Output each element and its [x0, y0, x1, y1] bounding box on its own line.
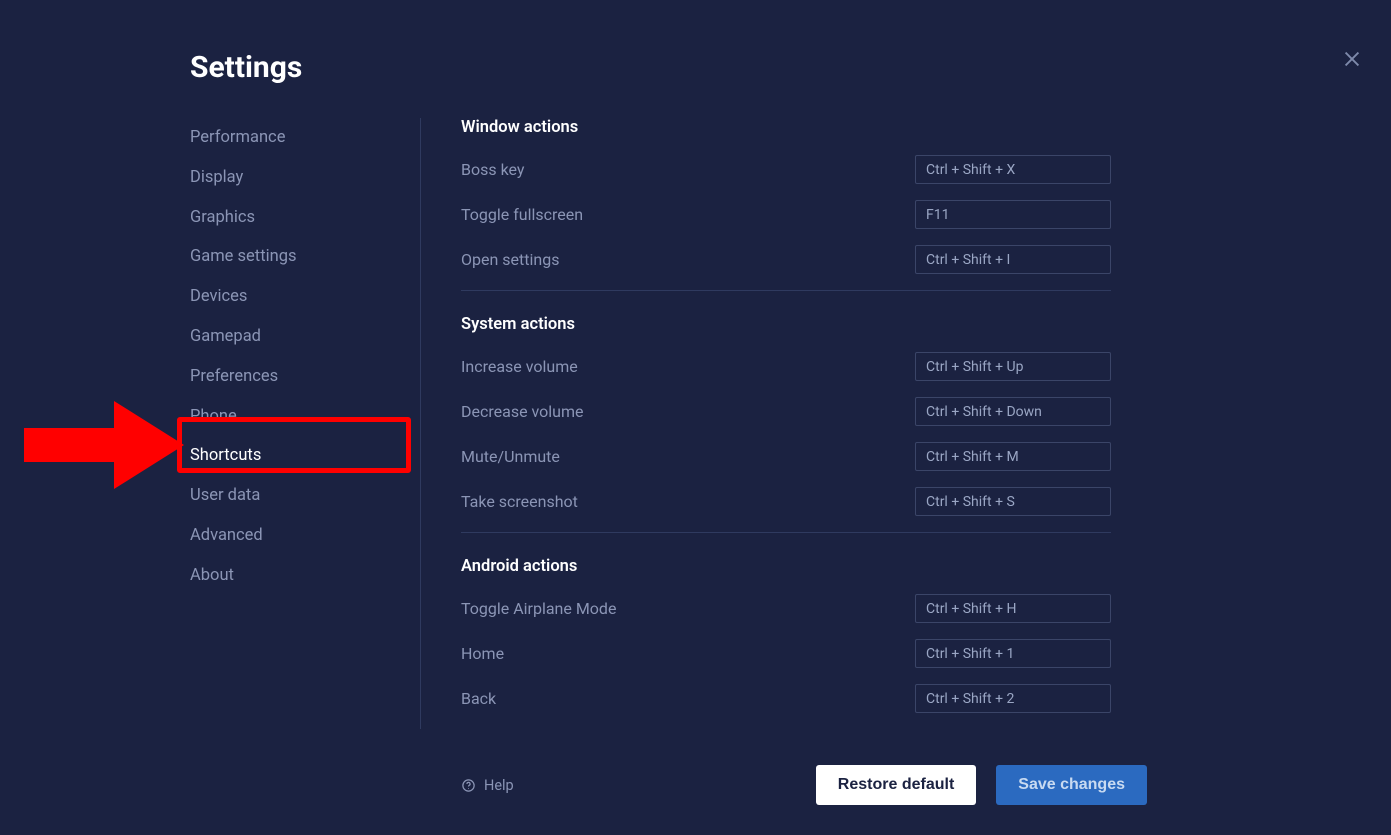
sidebar-item-devices[interactable]: Devices	[190, 277, 420, 317]
sidebar: Performance Display Graphics Game settin…	[190, 118, 420, 596]
restore-default-button[interactable]: Restore default	[816, 765, 976, 805]
shortcut-input-toggle-fullscreen[interactable]: F11	[915, 200, 1111, 229]
shortcut-label: Increase volume	[461, 357, 578, 376]
shortcut-row-toggle-fullscreen: Toggle fullscreen F11	[461, 200, 1111, 229]
shortcut-label: Take screenshot	[461, 492, 578, 511]
shortcut-label: Boss key	[461, 160, 524, 179]
shortcut-label: Mute/Unmute	[461, 447, 560, 466]
sidebar-item-label: Graphics	[190, 208, 255, 227]
sidebar-item-label: User data	[190, 486, 260, 505]
sidebar-item-label: Shortcuts	[190, 446, 261, 470]
shortcut-row-decrease-volume: Decrease volume Ctrl + Shift + Down	[461, 397, 1111, 426]
shortcut-input-mute-unmute[interactable]: Ctrl + Shift + M	[915, 442, 1111, 471]
shortcut-row-boss-key: Boss key Ctrl + Shift + X	[461, 155, 1111, 184]
shortcut-input-home[interactable]: Ctrl + Shift + 1	[915, 639, 1111, 668]
help-label: Help	[484, 777, 514, 794]
sidebar-item-performance[interactable]: Performance	[190, 118, 420, 158]
shortcut-input-take-screenshot[interactable]: Ctrl + Shift + S	[915, 487, 1111, 516]
shortcut-label: Toggle Airplane Mode	[461, 599, 616, 618]
sidebar-item-display[interactable]: Display	[190, 158, 420, 198]
sidebar-item-label: Advanced	[190, 526, 263, 545]
section-title-system-actions: System actions	[461, 315, 1111, 334]
shortcut-label: Home	[461, 644, 504, 663]
section-title-android-actions: Android actions	[461, 557, 1111, 576]
close-icon	[1341, 48, 1363, 70]
page-title: Settings	[190, 50, 302, 85]
shortcut-row-take-screenshot: Take screenshot Ctrl + Shift + S	[461, 487, 1111, 516]
help-icon	[461, 778, 476, 793]
section-title-window-actions: Window actions	[461, 118, 1111, 137]
sidebar-item-game-settings[interactable]: Game settings	[190, 237, 420, 277]
sidebar-item-label: Devices	[190, 287, 247, 306]
annotation-arrow-icon	[14, 393, 186, 497]
shortcut-label: Decrease volume	[461, 402, 584, 421]
sidebar-item-label: Game settings	[190, 247, 297, 266]
shortcut-row-back: Back Ctrl + Shift + 2	[461, 684, 1111, 713]
shortcut-row-home: Home Ctrl + Shift + 1	[461, 639, 1111, 668]
sidebar-item-label: About	[190, 566, 234, 585]
shortcut-row-toggle-airplane-mode: Toggle Airplane Mode Ctrl + Shift + H	[461, 594, 1111, 623]
sidebar-item-label: Preferences	[190, 367, 278, 386]
shortcut-label: Toggle fullscreen	[461, 205, 583, 224]
sidebar-item-about[interactable]: About	[190, 556, 420, 596]
divider	[461, 290, 1111, 291]
shortcut-input-toggle-airplane-mode[interactable]: Ctrl + Shift + H	[915, 594, 1111, 623]
close-button[interactable]	[1341, 48, 1363, 70]
sidebar-item-user-data[interactable]: User data	[190, 476, 420, 516]
shortcut-input-increase-volume[interactable]: Ctrl + Shift + Up	[915, 352, 1111, 381]
shortcut-row-open-settings: Open settings Ctrl + Shift + I	[461, 245, 1111, 274]
sidebar-item-label: Display	[190, 168, 243, 187]
sidebar-item-preferences[interactable]: Preferences	[190, 357, 420, 397]
shortcut-label: Open settings	[461, 250, 559, 269]
shortcut-input-back[interactable]: Ctrl + Shift + 2	[915, 684, 1111, 713]
sidebar-item-phone[interactable]: Phone	[190, 397, 420, 437]
sidebar-item-advanced[interactable]: Advanced	[190, 516, 420, 556]
footer: Help Restore default Save changes	[461, 765, 1147, 805]
shortcut-input-open-settings[interactable]: Ctrl + Shift + I	[915, 245, 1111, 274]
shortcut-label: Back	[461, 689, 496, 708]
sidebar-item-graphics[interactable]: Graphics	[190, 198, 420, 238]
sidebar-item-label: Phone	[190, 407, 237, 426]
sidebar-item-gamepad[interactable]: Gamepad	[190, 317, 420, 357]
vertical-divider	[420, 118, 421, 729]
sidebar-item-shortcuts[interactable]: Shortcuts	[190, 436, 420, 476]
shortcut-row-mute-unmute: Mute/Unmute Ctrl + Shift + M	[461, 442, 1111, 471]
shortcut-row-increase-volume: Increase volume Ctrl + Shift + Up	[461, 352, 1111, 381]
content-panel: Window actions Boss key Ctrl + Shift + X…	[461, 118, 1111, 729]
shortcut-input-boss-key[interactable]: Ctrl + Shift + X	[915, 155, 1111, 184]
save-changes-button[interactable]: Save changes	[996, 765, 1147, 805]
sidebar-item-label: Performance	[190, 128, 285, 147]
sidebar-item-label: Gamepad	[190, 327, 261, 346]
help-link[interactable]: Help	[461, 777, 514, 794]
shortcut-input-decrease-volume[interactable]: Ctrl + Shift + Down	[915, 397, 1111, 426]
divider	[461, 532, 1111, 533]
